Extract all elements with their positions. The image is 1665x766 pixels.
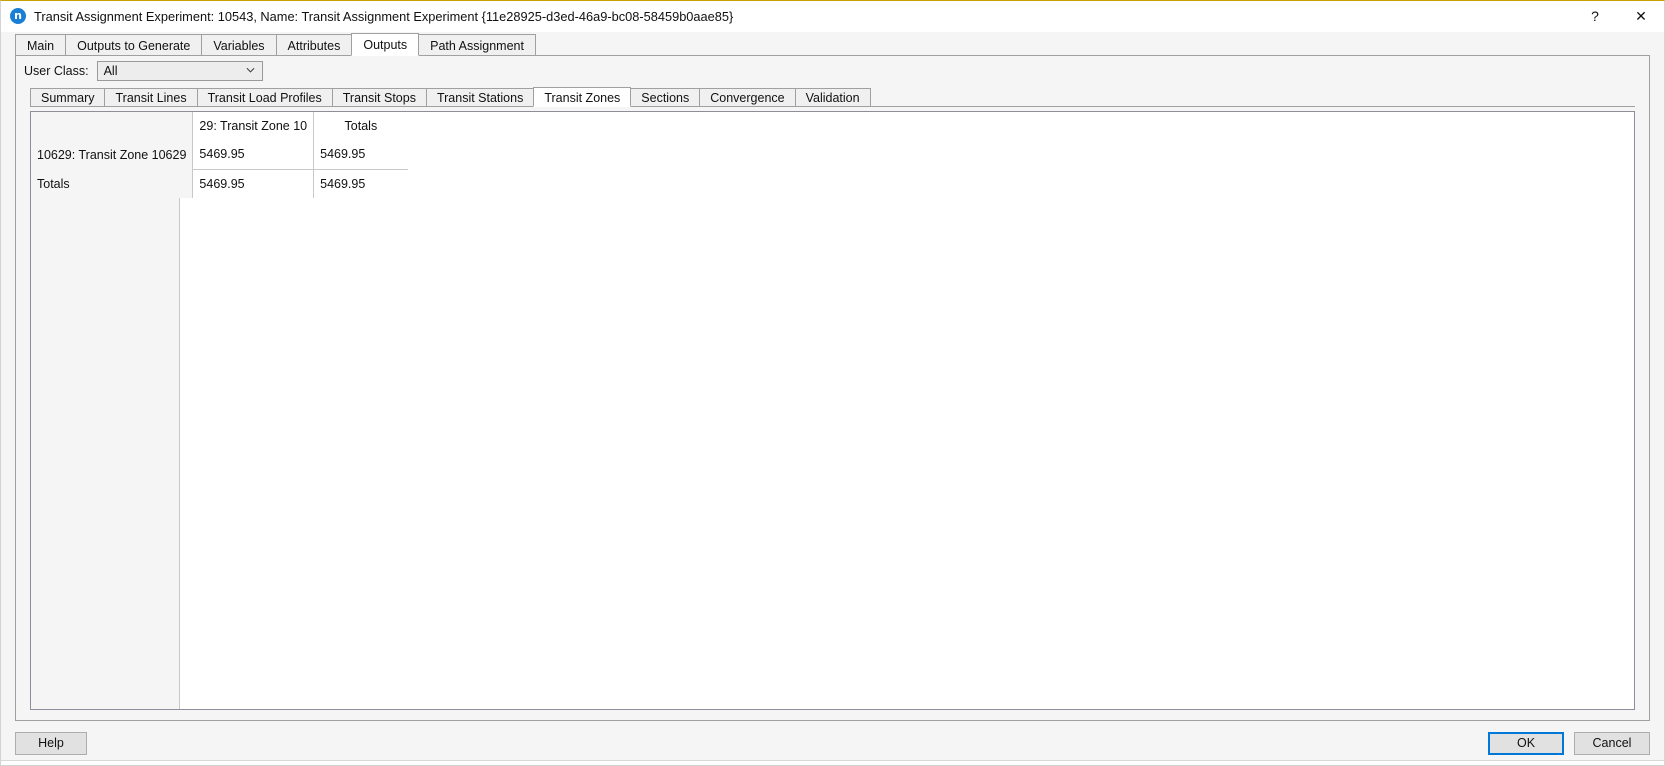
subtab-transit-zones[interactable]: Transit Zones bbox=[533, 87, 632, 107]
subtab-validation[interactable]: Validation bbox=[794, 88, 871, 107]
window-controls: ? ✕ bbox=[1572, 1, 1664, 31]
row-header-totals[interactable]: Totals bbox=[31, 169, 193, 198]
cell-zone10629-totals[interactable]: 5469.95 bbox=[313, 140, 408, 169]
help-icon[interactable]: ? bbox=[1572, 1, 1618, 31]
subtab-transit-lines[interactable]: Transit Lines bbox=[104, 88, 198, 107]
table-row[interactable]: 10629: Transit Zone 10629 5469.95 5469.9… bbox=[31, 140, 408, 169]
column-header-transit-zone-10[interactable]: 29: Transit Zone 10 bbox=[192, 112, 314, 140]
subtab-transit-load-profiles[interactable]: Transit Load Profiles bbox=[196, 88, 333, 107]
user-class-row: User Class: All bbox=[16, 56, 1649, 86]
column-header-totals[interactable]: Totals bbox=[313, 112, 408, 140]
row-header-background bbox=[31, 112, 180, 709]
dialog-button-bar: Help OK Cancel bbox=[1, 721, 1664, 765]
transit-zones-table: 29: Transit Zone 10 Totals 10629: Transi… bbox=[31, 112, 408, 198]
title-bar: n Transit Assignment Experiment: 10543, … bbox=[1, 1, 1664, 32]
cell-zone10629-zone10[interactable]: 5469.95 bbox=[192, 140, 314, 169]
table-header-row: 29: Transit Zone 10 Totals bbox=[31, 112, 408, 140]
tab-variables[interactable]: Variables bbox=[201, 34, 277, 56]
tab-main[interactable]: Main bbox=[15, 34, 67, 56]
cancel-button[interactable]: Cancel bbox=[1574, 731, 1650, 755]
tab-outputs[interactable]: Outputs bbox=[351, 33, 420, 56]
tab-outputs-to-generate[interactable]: Outputs to Generate bbox=[65, 34, 203, 56]
subtab-summary[interactable]: Summary bbox=[30, 88, 106, 107]
subtab-sections[interactable]: Sections bbox=[630, 88, 701, 107]
chevron-down-icon bbox=[246, 67, 255, 73]
window-title: Transit Assignment Experiment: 10543, Na… bbox=[34, 8, 734, 24]
ok-button[interactable]: OK bbox=[1488, 731, 1564, 755]
cell-totals-totals[interactable]: 5469.95 bbox=[313, 168, 408, 198]
subtab-transit-stops[interactable]: Transit Stops bbox=[331, 88, 427, 107]
table-corner-cell bbox=[31, 112, 193, 140]
user-class-select[interactable]: All bbox=[96, 61, 263, 81]
outputs-sub-tab-strip: Summary Transit Lines Transit Load Profi… bbox=[16, 86, 1649, 107]
cell-totals-zone10[interactable]: 5469.95 bbox=[192, 168, 314, 198]
bottom-status-strip bbox=[1, 760, 1664, 765]
dialog-window: n Transit Assignment Experiment: 10543, … bbox=[0, 0, 1665, 766]
subtab-convergence[interactable]: Convergence bbox=[699, 88, 796, 107]
outputs-panel: User Class: All Summary Transit Lines Tr… bbox=[15, 56, 1650, 721]
close-icon[interactable]: ✕ bbox=[1618, 1, 1664, 31]
tab-path-assignment[interactable]: Path Assignment bbox=[418, 34, 536, 56]
subtab-transit-stations[interactable]: Transit Stations bbox=[425, 88, 535, 107]
main-tab-strip: Main Outputs to Generate Variables Attri… bbox=[1, 32, 1664, 56]
user-class-value: All bbox=[103, 64, 118, 78]
table-row[interactable]: Totals 5469.95 5469.95 bbox=[31, 168, 408, 198]
transit-zones-table-container[interactable]: 29: Transit Zone 10 Totals 10629: Transi… bbox=[30, 111, 1635, 710]
app-logo-icon: n bbox=[10, 8, 26, 24]
user-class-label: User Class: bbox=[24, 64, 89, 78]
tab-attributes[interactable]: Attributes bbox=[275, 34, 353, 56]
row-header-transit-zone-10629[interactable]: 10629: Transit Zone 10629 bbox=[31, 140, 193, 169]
help-button[interactable]: Help bbox=[15, 731, 87, 755]
